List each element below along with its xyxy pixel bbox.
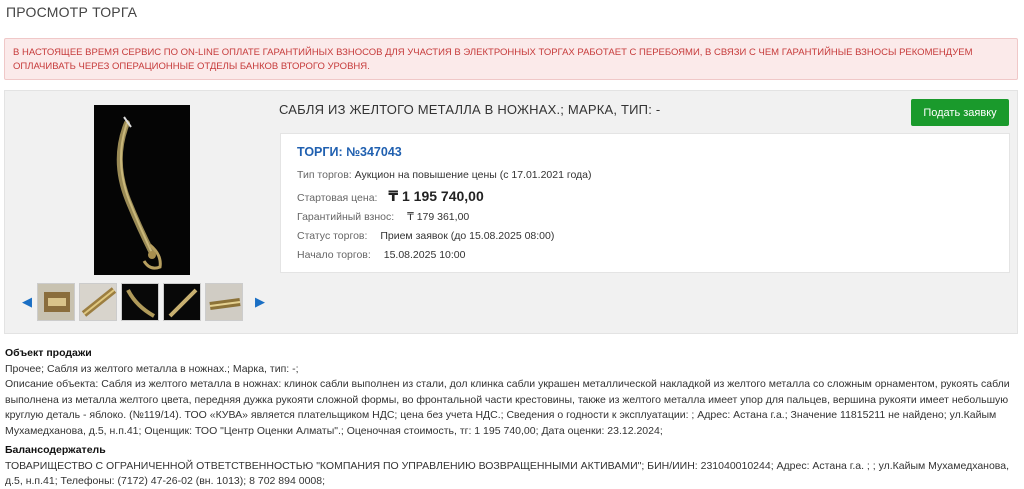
lot-main-photo[interactable]: [94, 105, 190, 275]
sale-object-summary: Прочее; Сабля из желтого металла в ножна…: [5, 362, 299, 375]
thumbnail-1[interactable]: [37, 283, 75, 321]
auction-number-link[interactable]: ТОРГИ: №347043: [297, 145, 402, 159]
payment-warning-alert: В НАСТОЯЩЕЕ ВРЕМЯ СЕРВИС ПО ON-LINE ОПЛА…: [4, 38, 1018, 80]
lot-title: САБЛЯ ИЗ ЖЕЛТОГО МЕТАЛЛА В НОЖНАХ.; МАРК…: [279, 102, 661, 117]
start-time-value: 15.08.2025 10:00: [383, 249, 466, 261]
status-label: Статус торгов:: [297, 230, 368, 242]
sale-object-section: Объект продажи Прочее; Сабля из желтого …: [5, 346, 1017, 440]
sale-object-heading: Объект продажи: [5, 347, 92, 359]
auction-info-card: ТОРГИ: №347043 Тип торгов: Аукцион на по…: [280, 133, 1010, 273]
start-time-label: Начало торгов:: [297, 249, 371, 261]
thumbnail-4[interactable]: [163, 283, 201, 321]
deposit-row: Гарантийный взнос: ₸ 179 361,00: [297, 211, 469, 223]
deposit-value: ₸ 179 361,00: [407, 211, 470, 223]
status-row: Статус торгов: Прием заявок (до 15.08.20…: [297, 230, 554, 242]
auction-type-row: Тип торгов: Аукцион на повышение цены (с…: [297, 169, 592, 181]
start-time-row: Начало торгов: 15.08.2025 10:00: [297, 249, 465, 261]
deposit-label: Гарантийный взнос:: [297, 211, 395, 223]
auction-type-value: Аукцион на повышение цены (с 17.01.2021 …: [354, 169, 592, 181]
thumbnail-3[interactable]: [121, 283, 159, 321]
prev-image-icon[interactable]: ◀: [22, 295, 32, 309]
lot-panel: ◀ ▶ САБЛЯ ИЗ ЖЕЛТОГО МЕТАЛЛА В НОЖНАХ.; …: [4, 90, 1018, 334]
balance-holder-section: Балансодержатель ТОВАРИЩЕСТВО С ОГРАНИЧЕ…: [5, 443, 1017, 489]
start-price-label: Стартовая цена:: [297, 192, 378, 204]
next-image-icon[interactable]: ▶: [255, 295, 265, 309]
thumbnail-2[interactable]: [79, 283, 117, 321]
start-price-row: Стартовая цена: ₸ 1 195 740,00: [297, 188, 484, 205]
saber-image: [94, 105, 190, 275]
thumbnail-strip: ◀ ▶: [21, 283, 271, 323]
thumbnail-5[interactable]: [205, 283, 243, 321]
start-price-value: ₸ 1 195 740,00: [388, 188, 484, 204]
page-title: ПРОСМОТР ТОРГА: [6, 4, 138, 20]
submit-bid-button[interactable]: Подать заявку: [911, 99, 1009, 126]
balance-holder-heading: Балансодержатель: [5, 444, 106, 456]
auction-type-label: Тип торгов:: [297, 169, 352, 181]
status-value: Прием заявок (до 15.08.2025 08:00): [380, 230, 555, 242]
sale-object-description: Описание объекта: Сабля из желтого метал…: [5, 378, 1010, 437]
balance-holder-details: ТОВАРИЩЕСТВО С ОГРАНИЧЕННОЙ ОТВЕТСТВЕННО…: [5, 459, 1010, 488]
